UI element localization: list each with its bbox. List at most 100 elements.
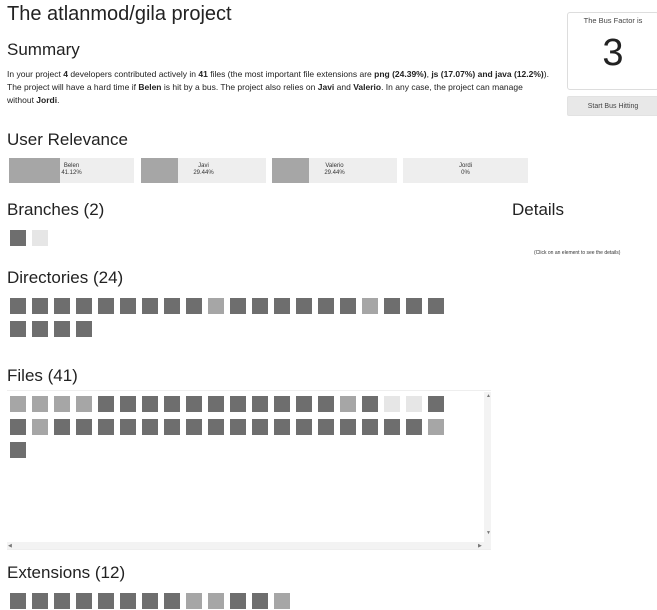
file-tile[interactable]: [10, 396, 26, 412]
directory-tile[interactable]: [274, 298, 290, 314]
directory-tile[interactable]: [10, 321, 26, 337]
extension-tile[interactable]: [164, 593, 180, 609]
file-tile[interactable]: [384, 396, 400, 412]
directory-tile[interactable]: [208, 298, 224, 314]
file-tile[interactable]: [10, 419, 26, 435]
file-tile[interactable]: [164, 396, 180, 412]
scroll-left-icon[interactable]: ◀: [8, 543, 12, 549]
files-horizontal-scrollbar[interactable]: [7, 542, 491, 549]
file-tile[interactable]: [428, 396, 444, 412]
file-tile[interactable]: [10, 442, 26, 458]
file-tile[interactable]: [76, 419, 92, 435]
directory-tile[interactable]: [186, 298, 202, 314]
extension-tile[interactable]: [98, 593, 114, 609]
start-bus-hitting-button[interactable]: Start Bus Hitting: [567, 96, 657, 116]
user-relevance-bar[interactable]: Valerio 29.44%: [272, 158, 397, 183]
branch-tile[interactable]: [32, 230, 48, 246]
scroll-down-icon[interactable]: ▼: [486, 530, 491, 536]
directory-tile[interactable]: [142, 298, 158, 314]
file-tile[interactable]: [362, 419, 378, 435]
file-tile[interactable]: [362, 396, 378, 412]
file-tile[interactable]: [296, 396, 312, 412]
extension-tile[interactable]: [142, 593, 158, 609]
file-tile[interactable]: [186, 419, 202, 435]
user-relevance-bar[interactable]: Belen 41.12%: [9, 158, 134, 183]
branches-heading: Branches (2): [7, 200, 105, 219]
file-tile[interactable]: [274, 396, 290, 412]
extension-tile[interactable]: [274, 593, 290, 609]
extension-tile[interactable]: [208, 593, 224, 609]
file-tile[interactable]: [230, 396, 246, 412]
file-tile[interactable]: [142, 396, 158, 412]
directory-tile[interactable]: [76, 298, 92, 314]
details-hint: (Click on an element to see the details): [534, 250, 621, 256]
extension-tile[interactable]: [76, 593, 92, 609]
directory-tile[interactable]: [32, 298, 48, 314]
file-tile[interactable]: [252, 419, 268, 435]
directory-tile[interactable]: [98, 298, 114, 314]
file-tile[interactable]: [208, 419, 224, 435]
other-extensions: js (17.07%) and java (12.2%): [431, 69, 544, 79]
file-tile[interactable]: [54, 419, 70, 435]
directory-tile[interactable]: [10, 298, 26, 314]
branch-tile[interactable]: [10, 230, 26, 246]
file-tile[interactable]: [98, 419, 114, 435]
user-relevance-bar[interactable]: Jordi 0%: [403, 158, 528, 183]
directory-tile[interactable]: [76, 321, 92, 337]
extension-tile[interactable]: [230, 593, 246, 609]
scroll-right-icon[interactable]: ▶: [478, 543, 482, 549]
directory-tile[interactable]: [384, 298, 400, 314]
file-tile[interactable]: [406, 419, 422, 435]
details-heading: Details: [512, 200, 564, 219]
file-tile[interactable]: [164, 419, 180, 435]
summary-text-segment: .: [57, 95, 60, 105]
directory-tile[interactable]: [340, 298, 356, 314]
directory-tile[interactable]: [54, 298, 70, 314]
file-tile[interactable]: [186, 396, 202, 412]
directory-tile[interactable]: [120, 298, 136, 314]
extension-tile[interactable]: [252, 593, 268, 609]
extension-tile[interactable]: [10, 593, 26, 609]
extensions-heading: Extensions (12): [7, 563, 126, 582]
scroll-up-icon[interactable]: ▲: [486, 393, 491, 399]
extension-tile[interactable]: [120, 593, 136, 609]
directory-tile[interactable]: [296, 298, 312, 314]
file-tile[interactable]: [340, 396, 356, 412]
file-tile[interactable]: [76, 396, 92, 412]
user-relevance-label: Javi 29.44%: [141, 163, 266, 177]
file-tile[interactable]: [384, 419, 400, 435]
directory-tile[interactable]: [362, 298, 378, 314]
file-tile[interactable]: [98, 396, 114, 412]
file-tile[interactable]: [318, 396, 334, 412]
extension-tile[interactable]: [186, 593, 202, 609]
directory-tile[interactable]: [32, 321, 48, 337]
file-tile[interactable]: [274, 419, 290, 435]
file-tile[interactable]: [428, 419, 444, 435]
summary-text-segment: developers contributed actively in: [67, 69, 199, 79]
extension-tile[interactable]: [54, 593, 70, 609]
file-tile[interactable]: [120, 396, 136, 412]
file-tile[interactable]: [252, 396, 268, 412]
file-tile[interactable]: [318, 419, 334, 435]
files-vertical-scrollbar[interactable]: [484, 392, 491, 548]
file-tile[interactable]: [296, 419, 312, 435]
directory-tile[interactable]: [230, 298, 246, 314]
directory-tile[interactable]: [164, 298, 180, 314]
file-tile[interactable]: [208, 396, 224, 412]
extension-tile[interactable]: [32, 593, 48, 609]
user-relevance-bar[interactable]: Javi 29.44%: [141, 158, 266, 183]
file-tile[interactable]: [32, 396, 48, 412]
file-tile[interactable]: [230, 419, 246, 435]
file-tile[interactable]: [142, 419, 158, 435]
file-tile[interactable]: [340, 419, 356, 435]
summary-heading: Summary: [7, 40, 80, 59]
file-tile[interactable]: [120, 419, 136, 435]
directory-tile[interactable]: [406, 298, 422, 314]
directory-tile[interactable]: [318, 298, 334, 314]
directory-tile[interactable]: [252, 298, 268, 314]
file-tile[interactable]: [32, 419, 48, 435]
directory-tile[interactable]: [54, 321, 70, 337]
directory-tile[interactable]: [428, 298, 444, 314]
file-tile[interactable]: [406, 396, 422, 412]
file-tile[interactable]: [54, 396, 70, 412]
